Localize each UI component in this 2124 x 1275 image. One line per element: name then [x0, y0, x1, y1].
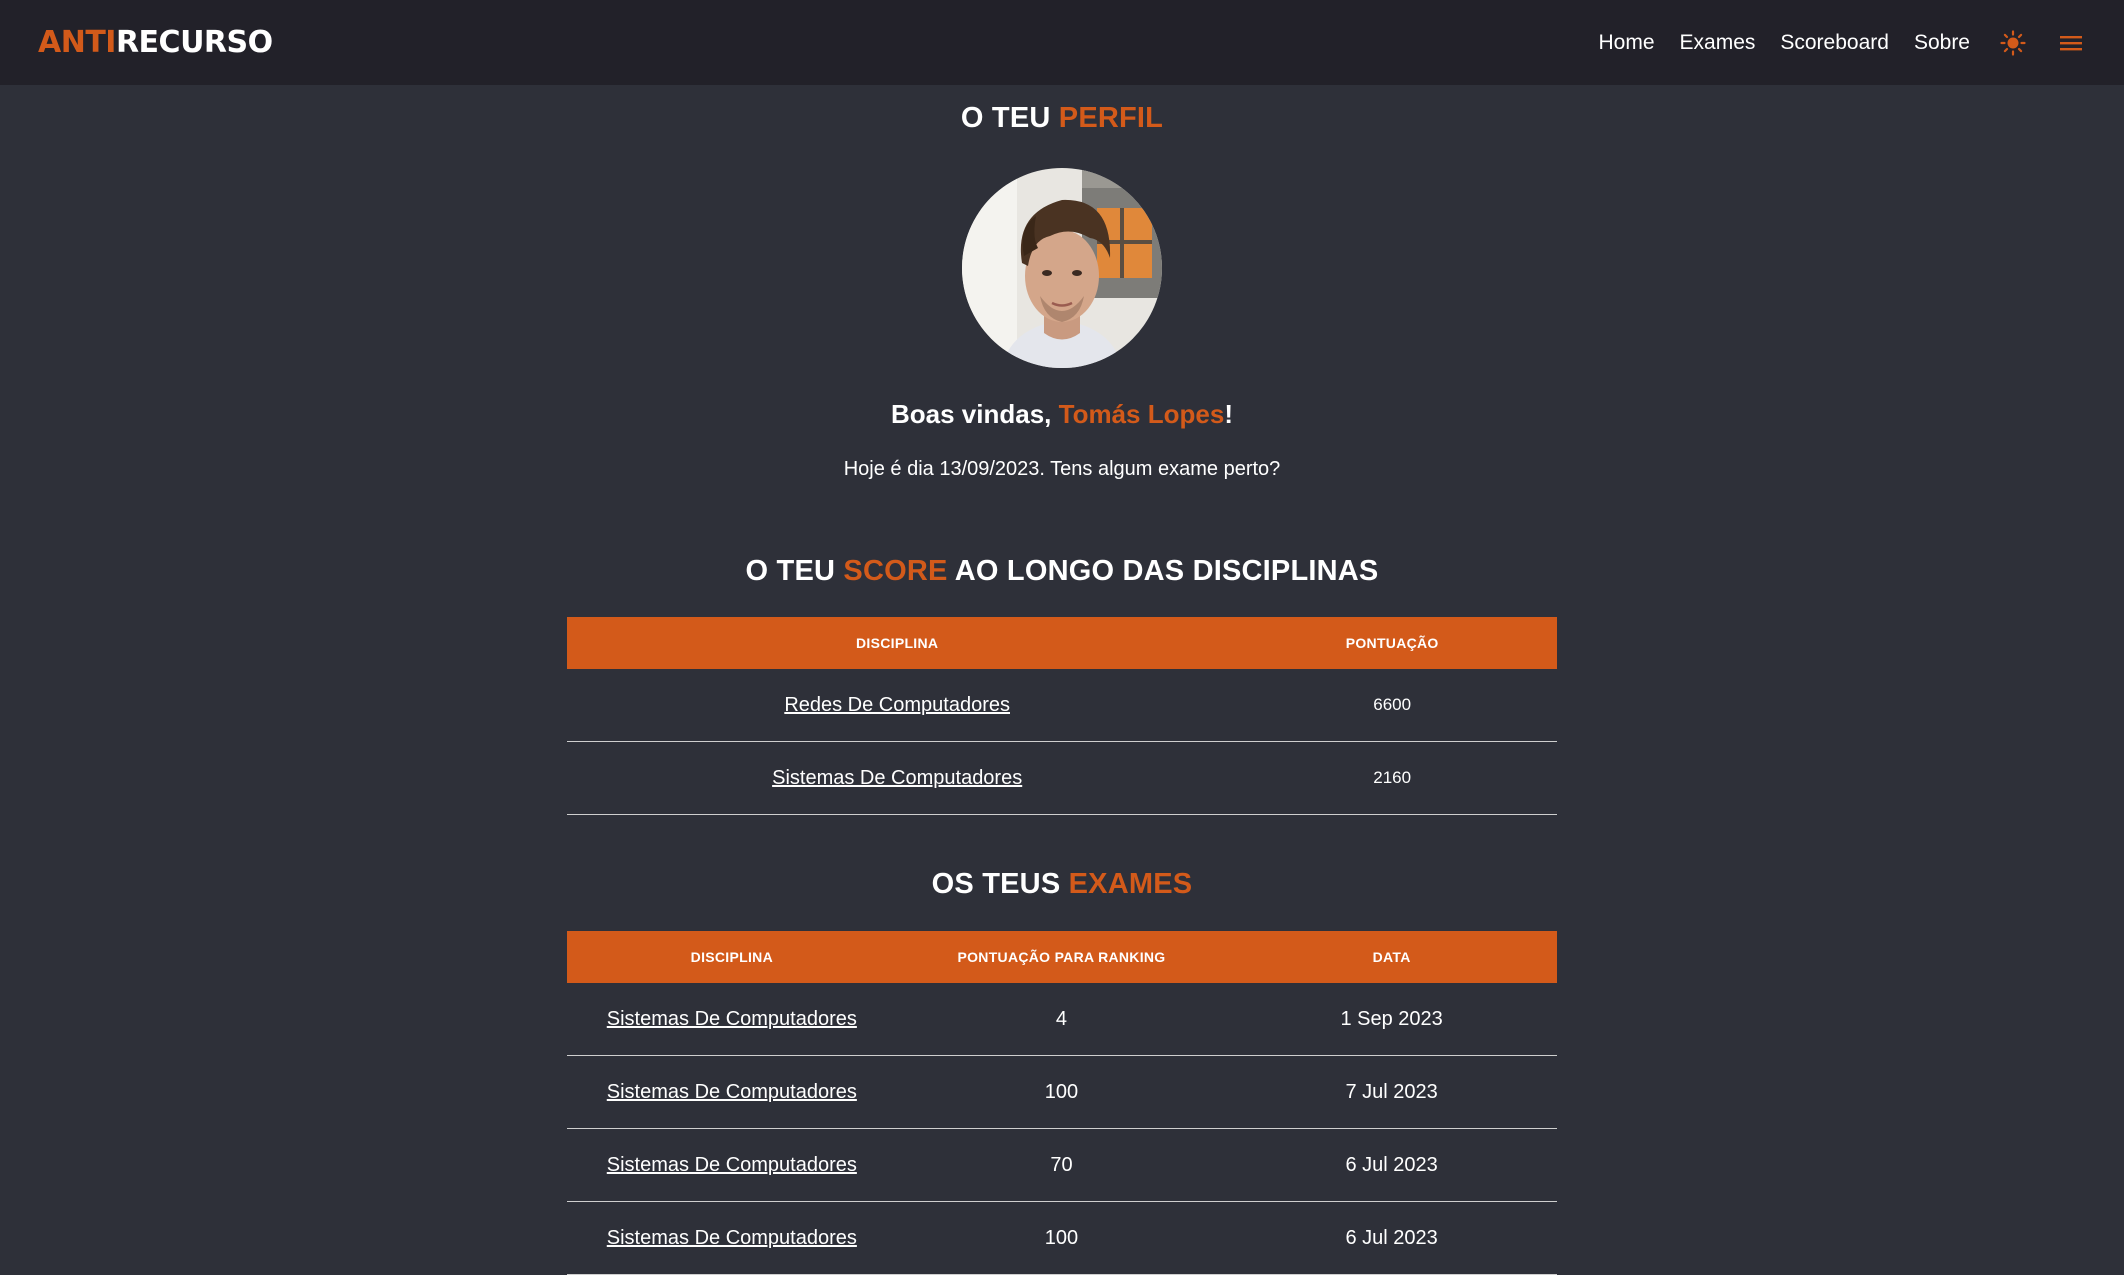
header-pontuacao-ranking: PONTUAÇÃO PARA RANKING [896, 931, 1227, 983]
header-data: DATA [1226, 931, 1557, 983]
table-row: Sistemas De Computadores 100 7 Jul 2023 [567, 1055, 1557, 1129]
score-title-rest: AO LONGO DAS DISCIPLINAS [954, 555, 1379, 587]
exams-title-plain: OS TEUS [931, 868, 1061, 900]
score-title: O TEU SCORE AO LONGO DAS DISCIPLINAS [567, 555, 1557, 588]
logo-accent: ANTI [38, 25, 116, 60]
table-row: Sistemas De Computadores 100 6 Jul 2023 [567, 1201, 1557, 1275]
discipline-cell: Sistemas De Computadores [567, 983, 897, 1056]
today-text: Hoje é dia 13/09/2023. Tens algum exame … [843, 458, 1281, 480]
discipline-cell: Sistemas De Computadores [567, 1128, 897, 1202]
date-cell: 1 Sep 2023 [1226, 983, 1557, 1056]
header-disciplina: DISCIPLINA [567, 617, 1228, 669]
discipline-link[interactable]: Sistemas De Computadores [607, 1081, 857, 1103]
score-table: DISCIPLINA PONTUAÇÃO Redes De Computador… [567, 617, 1557, 815]
welcome-suffix: ! [1224, 399, 1233, 429]
profile-title-plain: O TEU [960, 102, 1051, 134]
hamburger-menu-icon[interactable] [2060, 34, 2082, 52]
discipline-cell: Redes De Computadores [567, 669, 1228, 742]
date-cell: 6 Jul 2023 [1226, 1128, 1557, 1202]
discipline-link[interactable]: Sistemas De Computadores [607, 1227, 857, 1249]
points-cell: 100 [896, 1055, 1227, 1129]
header-pontuacao: PONTUAÇÃO [1227, 617, 1557, 669]
table-row: Sistemas De Computadores 70 6 Jul 2023 [567, 1128, 1557, 1202]
discipline-link[interactable]: Redes De Computadores [784, 694, 1010, 716]
table-row: Sistemas De Computadores 4 1 Sep 2023 [567, 983, 1557, 1056]
logo-rest: RECURSO [115, 25, 273, 60]
avatar [962, 168, 1162, 368]
points-cell: 100 [896, 1201, 1227, 1275]
score-table-header: DISCIPLINA PONTUAÇÃO [567, 617, 1557, 669]
score-title-plain: O TEU [745, 555, 836, 587]
discipline-link[interactable]: Sistemas De Computadores [607, 1154, 857, 1176]
nav-scoreboard-link[interactable]: Scoreboard [1780, 31, 1889, 55]
table-row: Redes De Computadores 6600 [567, 669, 1557, 742]
exams-title-accent: EXAMES [1068, 868, 1193, 900]
date-cell: 7 Jul 2023 [1226, 1055, 1557, 1129]
header-disciplina: DISCIPLINA [567, 931, 897, 983]
discipline-cell: Sistemas De Computadores [567, 1055, 897, 1129]
points-cell: 6600 [1227, 669, 1557, 742]
discipline-link[interactable]: Sistemas De Computadores [772, 767, 1022, 789]
exams-title: OS TEUS EXAMES [567, 868, 1557, 901]
table-row: Sistemas De Computadores 2160 [567, 741, 1557, 815]
exams-table: DISCIPLINA PONTUAÇÃO PARA RANKING DATA S… [567, 931, 1557, 1275]
points-cell: 4 [896, 983, 1227, 1056]
logo[interactable]: ANTIRECURSO [38, 25, 273, 60]
profile-title: O TEU PERFIL [567, 85, 1557, 135]
discipline-cell: Sistemas De Computadores [567, 1201, 897, 1275]
nav-exames-link[interactable]: Exames [1680, 31, 1756, 55]
points-cell: 70 [896, 1128, 1227, 1202]
date-cell: 6 Jul 2023 [1226, 1201, 1557, 1275]
nav-sobre-link[interactable]: Sobre [1914, 31, 1970, 55]
navbar: ANTIRECURSO Home Exames Scoreboard Sobre [0, 0, 2124, 85]
welcome-message: Boas vindas, Tomás Lopes! [567, 399, 1557, 430]
discipline-link[interactable]: Sistemas De Computadores [607, 1008, 857, 1030]
nav-links: Home Exames Scoreboard Sobre [1573, 29, 2086, 56]
main-content: O TEU PERFIL Boas vindas, Tomás Lopes! H… [567, 85, 1557, 1275]
user-name: Tomás Lopes [1058, 399, 1225, 429]
welcome-prefix: Boas vindas, [891, 399, 1052, 429]
score-title-accent: SCORE [843, 555, 948, 587]
points-cell: 2160 [1227, 741, 1557, 815]
exams-table-header: DISCIPLINA PONTUAÇÃO PARA RANKING DATA [567, 931, 1557, 983]
sun-icon[interactable] [2000, 29, 2026, 56]
profile-title-accent: PERFIL [1058, 102, 1164, 134]
nav-home-link[interactable]: Home [1598, 31, 1654, 55]
discipline-cell: Sistemas De Computadores [567, 741, 1228, 815]
